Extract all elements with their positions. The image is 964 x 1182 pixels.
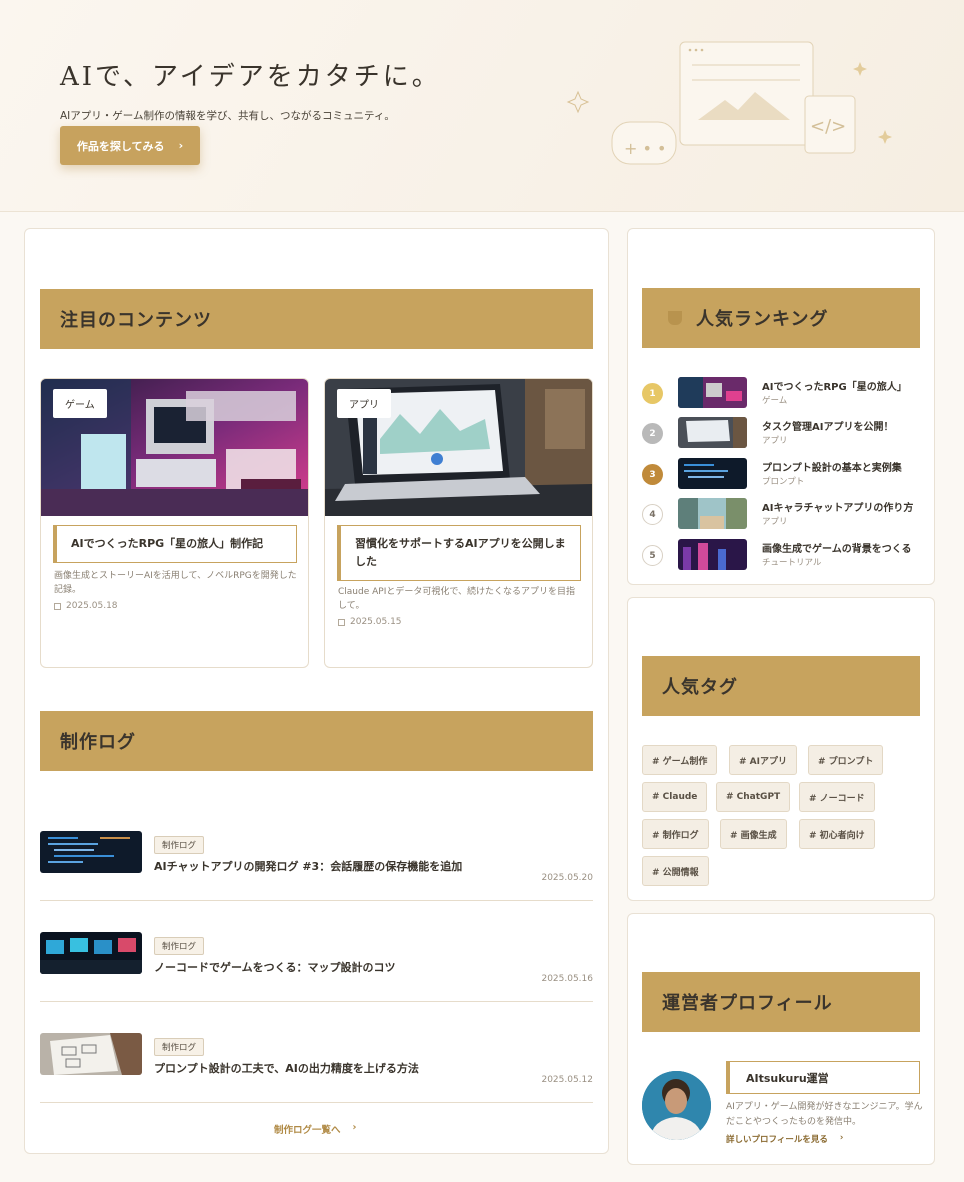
rank-title: プロンプト設計の基本と実例集 [762,463,902,474]
devlog-badge: 制作ログ [154,1038,205,1056]
ranking-heading: 人気ランキング [642,288,920,348]
trophy-icon [668,311,682,325]
arcade-thumbnail [40,932,142,974]
profile-description: AIアプリ・ゲーム開発が好きなエンジニア。学んだことやつくったものを発信中。 [726,1102,923,1127]
calendar-icon [338,618,345,626]
tags-heading: 人気タグ [642,656,920,716]
tag-pill[interactable]: # AIアプリ [729,745,797,775]
featured-card-app[interactable]: アプリ 習慣化をサポートするAIアプリを公開しました Claude APIとデー… [324,378,593,668]
featured-date: 2025.05.15 [338,617,402,627]
hero-subtitle: AIアプリ・ゲーム制作の情報を学び、共有し、つながるコミュニティ。 [60,110,395,122]
featured-date: 2025.05.18 [54,601,118,611]
tag-pill[interactable]: # ChatGPT [716,782,791,812]
rank-number: 1 [642,383,663,404]
chevron-right-icon: › [352,1122,357,1133]
anime-street-thumbnail [678,498,747,529]
code-screen-thumbnail [40,831,142,873]
rank-number: 5 [642,545,663,566]
devlog-list-link[interactable]: 制作ログ一覧へ › [274,1122,356,1136]
featured-heading: 注目のコンテンツ [40,289,593,349]
featured-title: 習慣化をサポートするAIアプリを公開しました [337,525,581,581]
tag-pill[interactable]: # 公開情報 [642,856,709,886]
profile-heading: 運営者プロフィール [642,972,920,1032]
chevron-right-icon: › [839,1133,844,1143]
tag-pill[interactable]: # 初心者向け [799,819,875,849]
ranking-item[interactable]: 3 プロンプト設計の基本と実例集 プロンプト [642,458,922,492]
ranking-item[interactable]: 2 タスク管理AIアプリを公開！ アプリ [642,417,922,451]
category-tag[interactable]: ゲーム [53,389,107,418]
rank-category: アプリ [762,436,788,446]
neon-city-thumbnail [678,539,747,570]
rank-title: AIでつくったRPG「星の旅人」 [762,382,907,393]
chat-bubble-text: + • • [624,139,666,158]
hero-title: AIで、アイデアをカタチに。 [60,62,441,92]
profile-link-label: 詳しいプロフィールを見る [726,1135,828,1145]
rank-number: 3 [642,464,663,485]
code-screen-thumbnail [678,458,747,489]
devlog-badge: 制作ログ [154,836,205,854]
chevron-right-icon: › [178,139,184,152]
sparkle-icon [878,130,892,144]
hero-illustration: </> + • • [566,41,892,165]
code-icon: </> [810,116,846,137]
profile-detail-link[interactable]: 詳しいプロフィールを見る › [726,1133,843,1145]
featured-title: AIでつくったRPG「星の旅人」制作記 [53,525,297,563]
explore-works-button[interactable]: 作品を探してみる › [60,126,200,165]
ranking-item[interactable]: 5 画像生成でゲームの背景をつくる チュートリアル [642,539,922,573]
avatar [642,1071,711,1140]
tag-pill[interactable]: # Claude [642,782,708,812]
date-text: 2025.05.18 [66,601,118,611]
ranking-item[interactable]: 1 AIでつくったRPG「星の旅人」 ゲーム [642,377,922,411]
tag-pill[interactable]: # 画像生成 [720,819,787,849]
laptop-thumbnail [678,417,747,448]
ranking-item[interactable]: 4 AIキャラチャットアプリの作り方 アプリ [642,498,922,532]
sparkle-icon [566,90,590,114]
devlog-title: ノーコードでゲームをつくる：マップ設計のコツ [154,961,396,974]
featured-description: Claude APIとデータ可視化で、続けたくなるアプリを目指して。 [338,587,575,611]
rank-title: AIキャラチャットアプリの作り方 [762,503,914,514]
devlog-title: プロンプト設計の工夫で、AIの出力精度を上げる方法 [154,1062,419,1075]
sketch-notebook-thumbnail [40,1033,142,1075]
ranking-heading-text: 人気ランキング [696,309,829,330]
tag-pill[interactable]: # ゲーム制作 [642,745,718,775]
category-tag[interactable]: アプリ [337,389,391,418]
devlog-title: AIチャットアプリの開発ログ #3：会話履歴の保存機能を追加 [154,860,463,873]
window-mockup [679,41,814,146]
rank-category: ゲーム [762,396,788,406]
retro-computer-thumbnail [678,377,747,408]
devlog-date: 2025.05.12 [541,1075,593,1085]
devlog-row[interactable]: 制作ログ ノーコードでゲームをつくる：マップ設計のコツ 2025.05.16 [40,932,593,1002]
featured-card-rpg[interactable]: ゲーム AIでつくったRPG「星の旅人」制作記 画像生成とストーリーAIを活用し… [40,378,309,668]
sparkle-icon [853,62,867,76]
hero-banner: AIで、アイデアをカタチに。 AIアプリ・ゲーム制作の情報を学び、共有し、つなが… [0,0,964,212]
devlog-heading: 制作ログ [40,711,593,771]
devlog-list-label: 制作ログ一覧へ [274,1125,341,1136]
main-content-card [24,228,609,1154]
devlog-row[interactable]: 制作ログ プロンプト設計の工夫で、AIの出力精度を上げる方法 2025.05.1… [40,1033,593,1103]
rank-number: 4 [642,504,663,525]
devlog-row[interactable]: 制作ログ AIチャットアプリの開発ログ #3：会話履歴の保存機能を追加 2025… [40,831,593,901]
calendar-icon [54,602,61,610]
rank-category: アプリ [762,517,788,527]
devlog-badge: 制作ログ [154,937,205,955]
explore-works-label: 作品を探してみる [76,139,165,153]
date-text: 2025.05.15 [350,617,402,627]
tag-pill[interactable]: # プロンプト [808,745,884,775]
devlog-date: 2025.05.16 [541,974,593,984]
featured-description: 画像生成とストーリーAIを活用して、ノベルRPGを開発した記録。 [54,571,297,595]
profile-name: AItsukuru運営 [726,1061,920,1094]
tag-pill[interactable]: # ノーコード [799,782,875,812]
tag-pill[interactable]: # 制作ログ [642,819,709,849]
rank-category: プロンプト [762,477,805,487]
rank-number: 2 [642,423,663,444]
devlog-date: 2025.05.20 [541,873,593,883]
rank-category: チュートリアル [762,558,822,568]
rank-title: タスク管理AIアプリを公開！ [762,422,894,433]
rank-title: 画像生成でゲームの背景をつくる [762,544,912,555]
